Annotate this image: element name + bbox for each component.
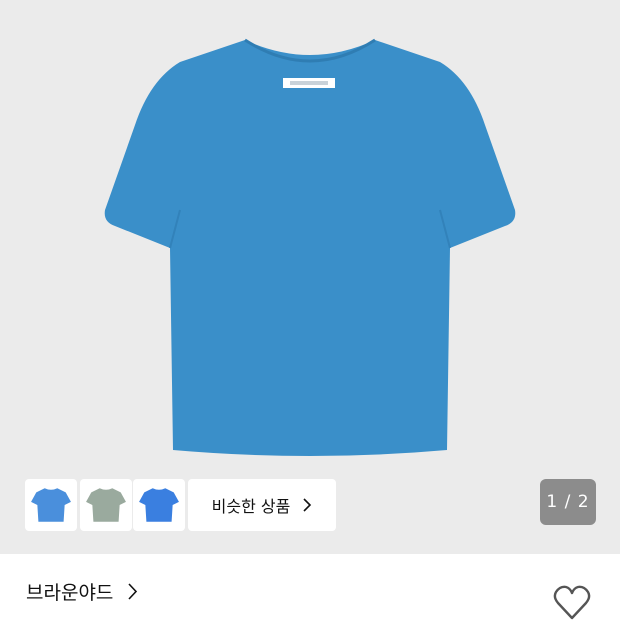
brand-link[interactable]: 브라운야드	[26, 578, 138, 605]
heart-outline-icon[interactable]	[552, 584, 592, 620]
similar-products-label: 비슷한 상품	[211, 497, 291, 516]
thumbnail-2[interactable]	[80, 479, 132, 531]
tshirt-icon	[86, 488, 126, 522]
tshirt-icon	[31, 488, 71, 522]
brand-name: 브라운야드	[26, 582, 114, 604]
similar-products-button[interactable]: 비슷한 상품	[188, 479, 336, 531]
image-page-counter: 1 / 2	[540, 479, 596, 525]
thumbnail-3[interactable]	[133, 479, 185, 531]
thumbnail-1[interactable]	[25, 479, 77, 531]
product-image-area[interactable]: 비슷한 상품 1 / 2	[0, 0, 620, 554]
product-main-image	[104, 38, 516, 456]
chevron-right-icon	[128, 583, 138, 600]
tshirt-icon	[139, 488, 179, 522]
chevron-right-icon	[303, 498, 312, 512]
